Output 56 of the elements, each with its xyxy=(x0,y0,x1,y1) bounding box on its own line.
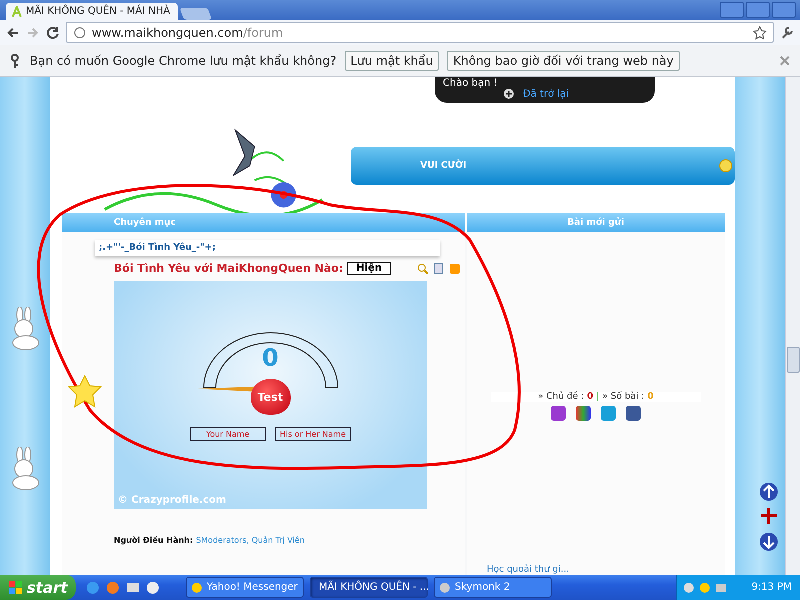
address-bar[interactable]: www.maikhongquen.com/forum xyxy=(66,22,774,43)
test-button[interactable]: Test xyxy=(250,379,290,415)
taskbar-button[interactable]: Skymonk 2 xyxy=(434,577,552,598)
browser-tab[interactable]: MÃI KHÔNG QUÊN - MÁI NHÀ xyxy=(6,3,178,20)
return-link[interactable]: Đã trở lại xyxy=(503,80,647,100)
forum-link[interactable]: Học quoải thư gi... xyxy=(487,565,570,575)
greeting-text: Chào bạn ! xyxy=(443,77,499,89)
clock: 9:13 PM xyxy=(752,582,792,593)
name-input[interactable]: His or Her Name xyxy=(275,427,351,441)
new-tab-button[interactable] xyxy=(180,8,212,20)
tray-icon xyxy=(715,582,727,594)
url-path: /forum xyxy=(243,26,284,40)
moderators-link[interactable]: SModerators, Quản Trị Viên xyxy=(196,536,305,545)
app-icon xyxy=(439,582,451,594)
column-header: Bài mới gửi xyxy=(467,213,725,232)
infobar-button[interactable]: Lưu mật khẩu xyxy=(344,50,440,70)
credit-text: © Crazyprofile.com xyxy=(118,495,226,506)
star-face-drawing xyxy=(68,375,102,409)
site-logo-icon xyxy=(12,6,22,18)
column-header: Chuyên mục xyxy=(62,213,465,232)
back-icon xyxy=(6,26,20,40)
maximize-button[interactable] xyxy=(746,2,770,18)
facebook-icon[interactable] xyxy=(626,406,641,421)
key-icon xyxy=(8,54,22,68)
tray-icon xyxy=(699,582,711,594)
plus-icon xyxy=(503,88,515,100)
love-score: 0 xyxy=(262,343,279,373)
document-icon xyxy=(433,262,445,274)
forward-icon xyxy=(26,26,40,40)
rss-icon xyxy=(449,262,461,274)
taskbar-button[interactable]: Yahoo! Messenger xyxy=(186,577,304,598)
forum-stats: » Chủ đề : 0 | » Số bài : 0 xyxy=(491,392,701,402)
scrollbar[interactable] xyxy=(785,77,800,575)
windows-logo-icon xyxy=(8,580,23,595)
tray-icon xyxy=(683,582,695,594)
category-banner: VUI CƯỜI xyxy=(350,147,735,185)
start-button[interactable]: start xyxy=(0,575,76,600)
infobar-button[interactable]: Không bao giờ đối với trang web này xyxy=(447,50,680,70)
infobar-message: Bạn có muốn Google Chrome lưu mật khẩu không? xyxy=(30,54,337,68)
forum-heading: Bói Tình Yêu với MaiKhongQuen Nào: xyxy=(114,262,344,275)
taskbar-button[interactable]: MÃI KHÔNG QUÊN - ... xyxy=(310,577,428,598)
wrench-icon xyxy=(780,26,794,40)
scroll-arrows-drawing xyxy=(757,482,781,552)
category-title[interactable]: ;.+"'-_Bói Tình Yêu_-"+; xyxy=(95,240,440,256)
moderators-line: Người Điều Hành: SModerators, Quản Trị Viên xyxy=(114,536,306,545)
desktop-icon xyxy=(126,580,140,594)
minimize-button[interactable] xyxy=(720,2,744,18)
close-button[interactable] xyxy=(772,2,796,18)
search-icon xyxy=(417,262,429,274)
close-icon xyxy=(778,54,792,68)
name-input[interactable]: Your Name xyxy=(190,427,266,441)
reload-icon xyxy=(46,26,60,40)
show-button[interactable]: Hiện xyxy=(347,262,392,275)
star-icon xyxy=(753,26,767,40)
app-icon xyxy=(191,582,203,594)
url-host: www.maikhongquen.com xyxy=(92,26,244,40)
